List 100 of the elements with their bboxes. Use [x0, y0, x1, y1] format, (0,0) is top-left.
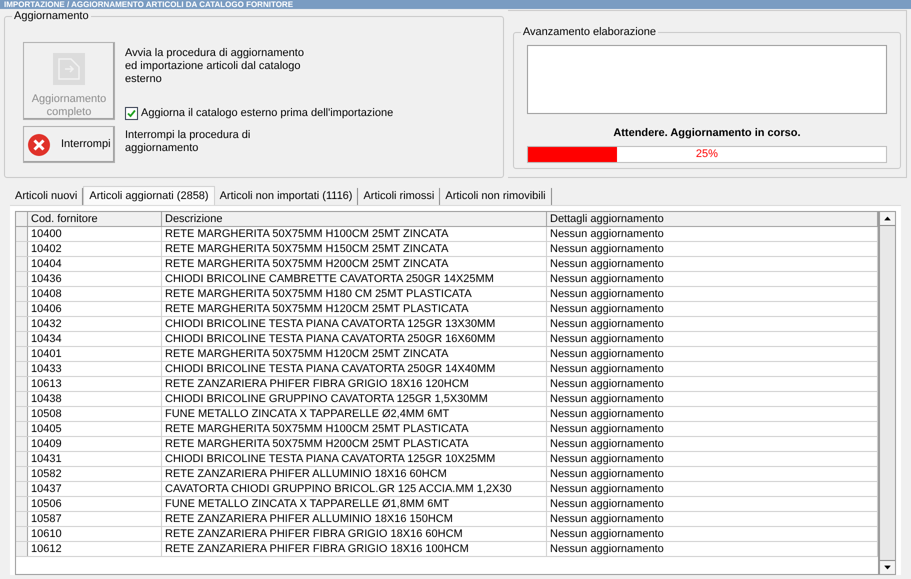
- table-cell: Nessun aggiornamento: [547, 512, 878, 526]
- row-header[interactable]: [16, 317, 28, 331]
- progress-reading: 25%: [696, 147, 718, 162]
- table-cell: 10436: [28, 272, 162, 286]
- table-cell: Nessun aggiornamento: [547, 362, 878, 376]
- table-cell: RETE ZANZARIERA PHIFER FIBRA GRIGIO 18X16 100HCM: [162, 542, 547, 556]
- table-cell: 10400: [28, 227, 162, 241]
- scrollbar[interactable]: [879, 211, 896, 575]
- table-cell: Nessun aggiornamento: [547, 527, 878, 541]
- table-cell: Nessun aggiornamento: [547, 227, 878, 241]
- row-header[interactable]: [16, 452, 28, 466]
- table-cell: RETE MARGHERITA 50X75MM H150CM 25MT ZINCATA: [162, 242, 547, 256]
- table-cell: CHIODI BRICOLINE TESTA PIANA CAVATORTA 250GR 14X40MM: [162, 362, 547, 376]
- row-header[interactable]: [16, 257, 28, 271]
- row-header[interactable]: [16, 242, 28, 256]
- table-cell: Nessun aggiornamento: [547, 242, 878, 256]
- table-cell: Nessun aggiornamento: [547, 467, 878, 481]
- table-cell: 10610: [28, 527, 162, 541]
- status-text: Attendere. Aggiornamento in corso.: [613, 126, 801, 140]
- table-cell: Nessun aggiornamento: [547, 302, 878, 316]
- table-cell: 10437: [28, 482, 162, 496]
- table-cell: Nessun aggiornamento: [547, 497, 878, 511]
- table-cell: 10408: [28, 287, 162, 301]
- table-cell: RETE MARGHERITA 50X75MM H200CM 25MT PLASTICATA: [162, 437, 547, 451]
- row-header[interactable]: [16, 422, 28, 436]
- error-cross-icon: [27, 132, 51, 156]
- row-header[interactable]: [16, 392, 28, 406]
- table-cell: RETE MARGHERITA 50X75MM H120CM 25MT PLASTICATA: [162, 302, 547, 316]
- refresh-catalog-checkbox[interactable]: Aggiorna il catalogo esterno prima dell'importazione: [125, 106, 395, 121]
- table-cell: 10409: [28, 437, 162, 451]
- table-cell: Nessun aggiornamento: [547, 422, 878, 436]
- row-header[interactable]: [16, 467, 28, 481]
- stop-button[interactable]: Interrompi: [23, 126, 115, 163]
- group-title: Aggiornamento: [12, 9, 91, 23]
- table-cell: RETE MARGHERITA 50X75MM H120CM 25MT ZINCATA: [162, 347, 547, 361]
- row-header[interactable]: [16, 272, 28, 286]
- row-header[interactable]: [16, 482, 28, 496]
- row-header[interactable]: [16, 287, 28, 301]
- tab[interactable]: Articoli aggiornati (2858): [83, 186, 215, 205]
- table-cell: 10582: [28, 467, 162, 481]
- table-cell: RETE ZANZARIERA PHIFER ALLUMINIO 18X16 60HCM: [162, 467, 547, 481]
- table-cell: 10434: [28, 332, 162, 346]
- table-cell: 10405: [28, 422, 162, 436]
- table-cell: RETE ZANZARIERA PHIFER FIBRA GRIGIO 18X16 60HCM: [162, 527, 547, 541]
- row-header[interactable]: [16, 497, 28, 511]
- row-header[interactable]: [16, 542, 28, 556]
- table-cell: RETE MARGHERITA 50X75MM H100CM 25MT ZINCATA: [162, 227, 547, 241]
- table-cell: Nessun aggiornamento: [547, 332, 878, 346]
- table-cell: Nessun aggiornamento: [547, 272, 878, 286]
- table-cell: Nessun aggiornamento: [547, 287, 878, 301]
- table-cell: RETE ZANZARIERA PHIFER FIBRA GRIGIO 18X16 120HCM: [162, 377, 547, 391]
- table-cell: 10406: [28, 302, 162, 316]
- window-title: IMPORTAZIONE / AGGIORNAMENTO ARTICOLI DA CATALOGO FORNITORE: [4, 0, 294, 9]
- table-cell: 10613: [28, 377, 162, 391]
- table-cell: Nessun aggiornamento: [547, 377, 878, 391]
- column-header[interactable]: Dettagli aggiornamento: [547, 212, 878, 226]
- row-header[interactable]: [16, 512, 28, 526]
- table-cell: 10508: [28, 407, 162, 421]
- table-cell: 10433: [28, 362, 162, 376]
- table-cell: 10432: [28, 317, 162, 331]
- table-cell: CHIODI BRICOLINE GRUPPINO CAVATORTA 125GR 1,5X30MM: [162, 392, 547, 406]
- table-cell: Nessun aggiornamento: [547, 347, 878, 361]
- table-cell: CHIODI BRICOLINE TESTA PIANA CAVATORTA 125GR 10X25MM: [162, 452, 547, 466]
- row-header[interactable]: [16, 227, 28, 241]
- row-header[interactable]: [16, 407, 28, 421]
- checkbox[interactable]: [125, 107, 138, 120]
- table-cell: Nessun aggiornamento: [547, 407, 878, 421]
- table-cell: 10612: [28, 542, 162, 556]
- row-header[interactable]: [16, 347, 28, 361]
- row-header[interactable]: [16, 527, 28, 541]
- row-header[interactable]: [16, 377, 28, 391]
- table-cell: Nessun aggiornamento: [547, 482, 878, 496]
- table-cell: CAVATORTA CHIODI GRUPPINO BRICOL.GR 125 ACCIA.MM 1,2X30: [162, 482, 547, 496]
- table-cell: FUNE METALLO ZINCATA X TAPPARELLE Ø2,4MM 6MT: [162, 407, 547, 421]
- row-header[interactable]: [16, 437, 28, 451]
- table-cell: Nessun aggiornamento: [547, 317, 878, 331]
- table-cell: Nessun aggiornamento: [547, 437, 878, 451]
- table-cell: RETE MARGHERITA 50X75MM H100CM 25MT PLASTICATA: [162, 422, 547, 436]
- column-header[interactable]: Cod. fornitore: [28, 212, 162, 226]
- table-cell: FUNE METALLO ZINCATA X TAPPARELLE Ø1,8MM 6MT: [162, 497, 547, 511]
- row-header[interactable]: [16, 302, 28, 316]
- full-update-description: Avvia la procedura di aggiornamento ed importazione articoli dal catalogo esterno: [125, 47, 305, 86]
- table-cell: Nessun aggiornamento: [547, 257, 878, 271]
- table-cell: Nessun aggiornamento: [547, 542, 878, 556]
- table-cell: 10506: [28, 497, 162, 511]
- table-cell: 10401: [28, 347, 162, 361]
- table-cell: RETE MARGHERITA 50X75MM H200CM 25MT ZINCATA: [162, 257, 547, 271]
- table-cell: 10402: [28, 242, 162, 256]
- checkmark-icon: [127, 109, 136, 118]
- column-header[interactable]: Descrizione: [162, 212, 547, 226]
- row-header[interactable]: [16, 332, 28, 346]
- table-cell: 10404: [28, 257, 162, 271]
- table-cell: 10431: [28, 452, 162, 466]
- table-cell: RETE ZANZARIERA PHIFER ALLUMINIO 18X16 150HCM: [162, 512, 547, 526]
- table-cell: 10587: [28, 512, 162, 526]
- table-cell: Nessun aggiornamento: [547, 392, 878, 406]
- table-cell: CHIODI BRICOLINE CAMBRETTE CAVATORTA 250GR 14X25MM: [162, 272, 547, 286]
- table-cell: Nessun aggiornamento: [547, 452, 878, 466]
- stop-description: Interrompi la procedura di aggiornamento: [125, 128, 252, 156]
- row-header[interactable]: [16, 362, 28, 376]
